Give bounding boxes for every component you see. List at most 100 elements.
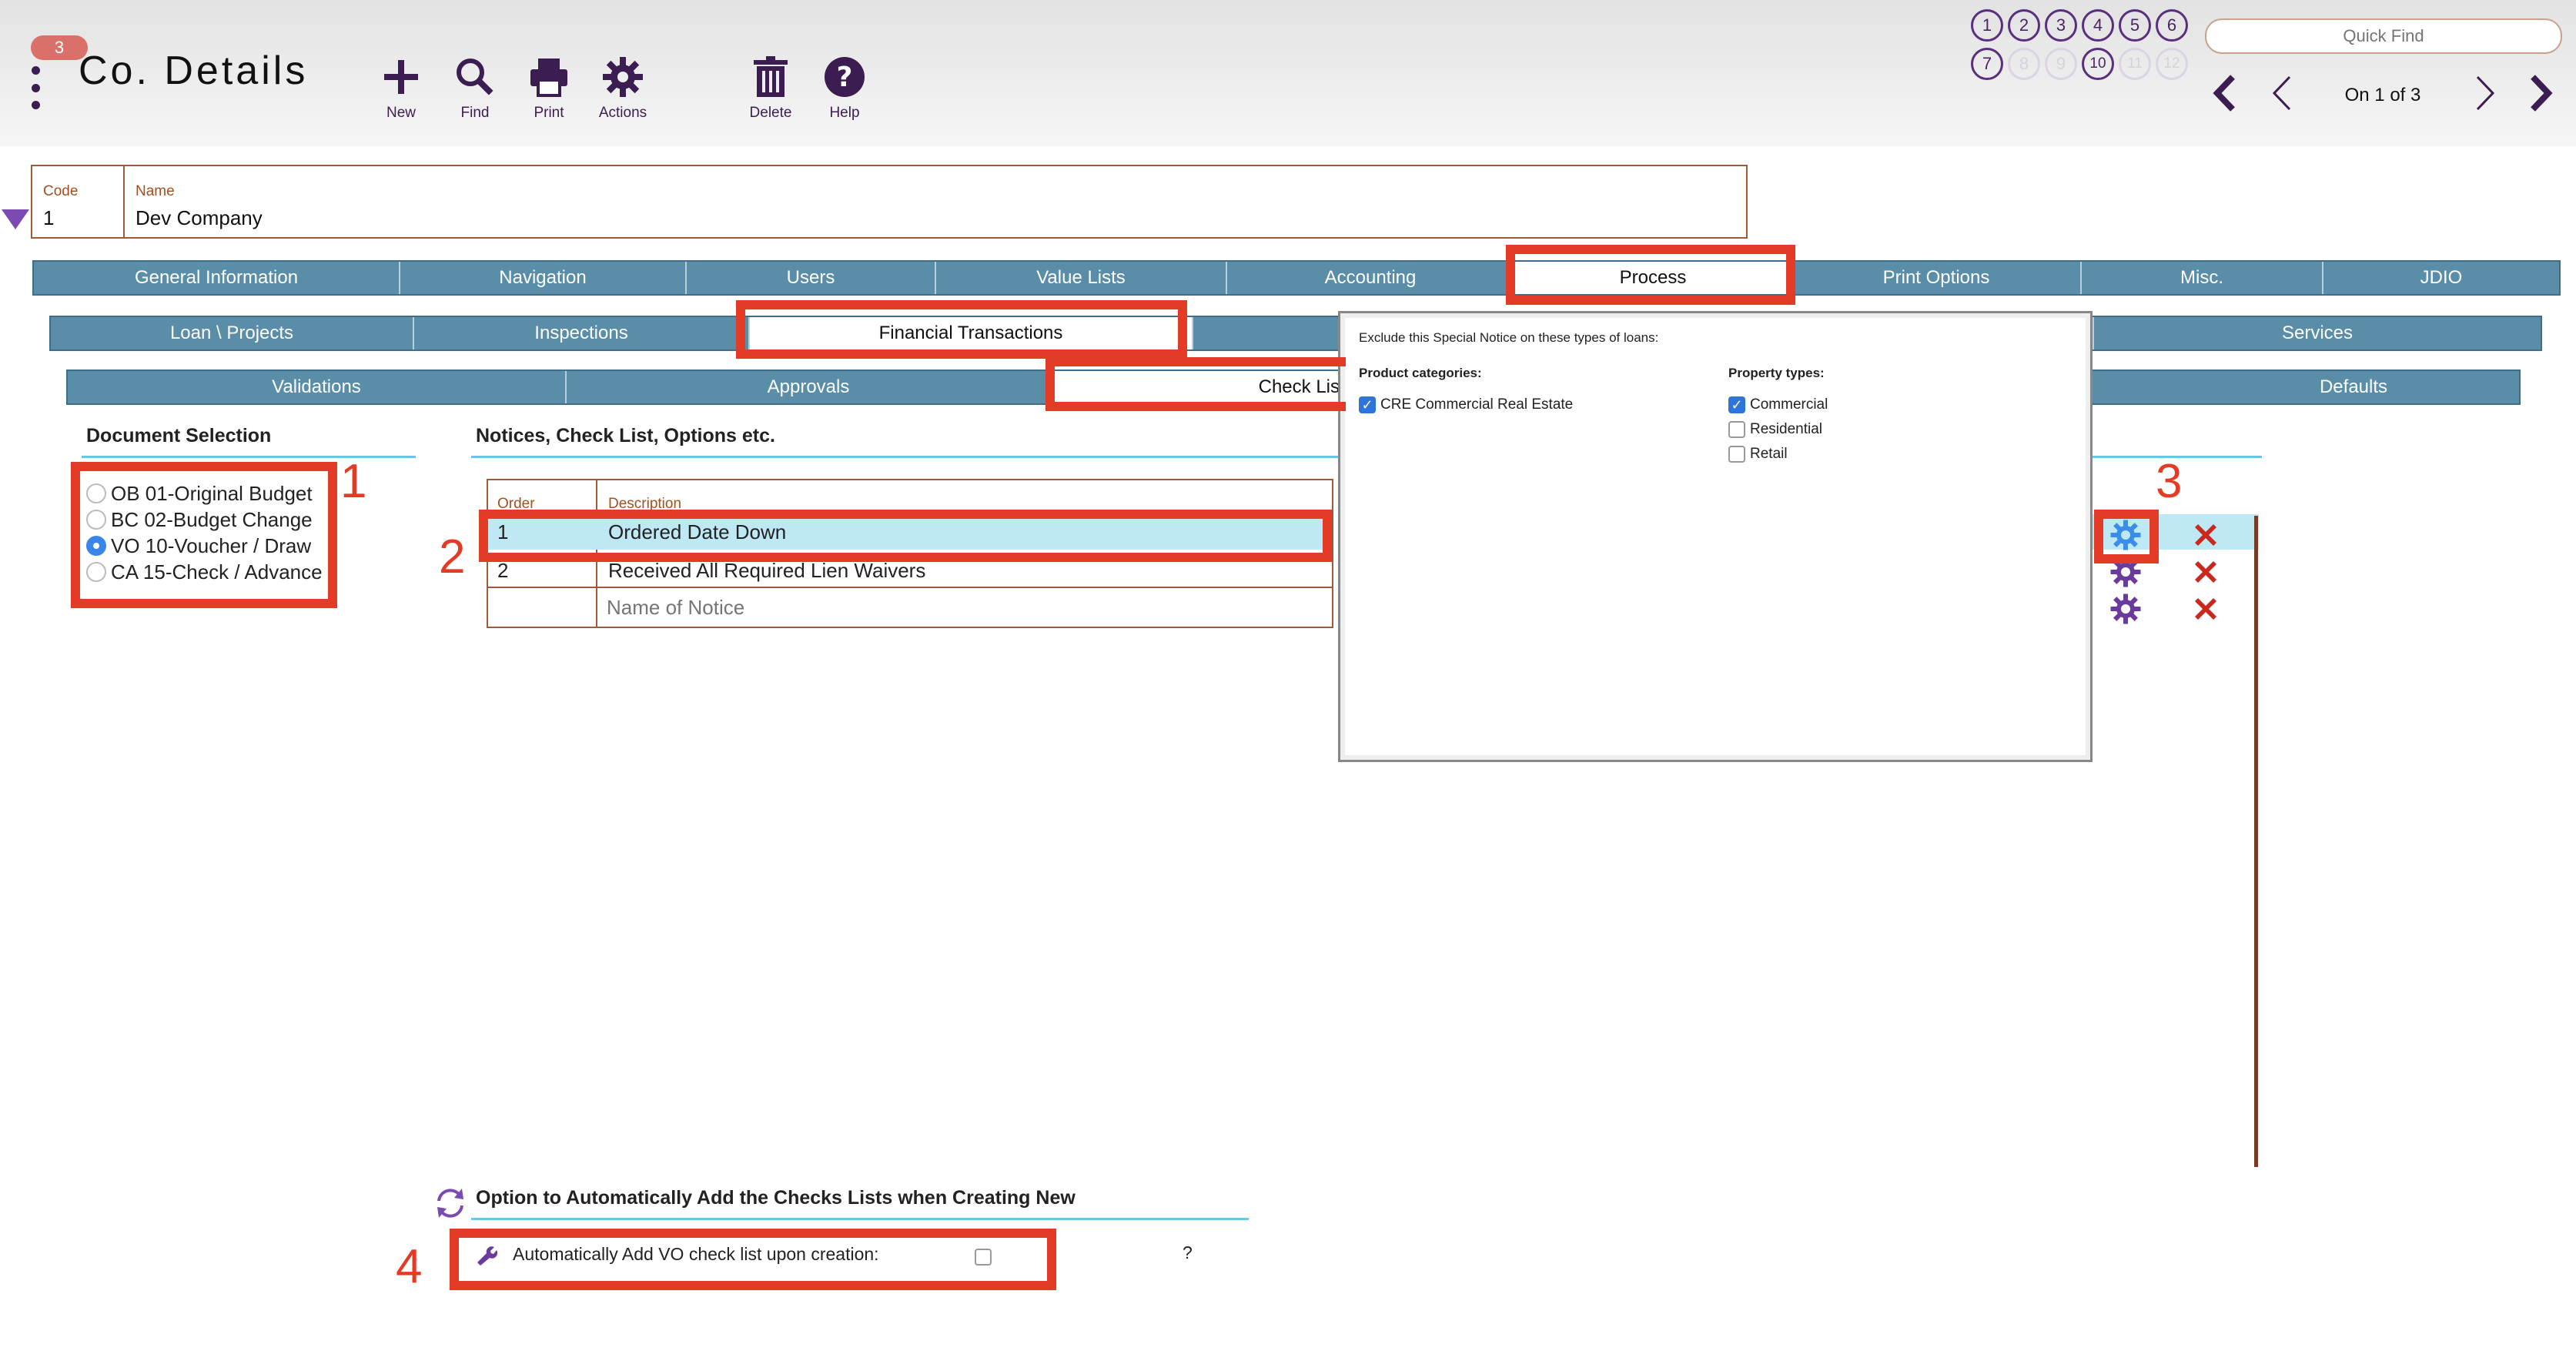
tab-inspections[interactable]: Inspections: [414, 317, 750, 349]
checkbox[interactable]: [1728, 446, 1745, 463]
search-icon: [457, 59, 493, 95]
delete-button[interactable]: Delete: [728, 55, 813, 122]
exclusion-popup: Exclude this Special Notice on these typ…: [1338, 311, 2093, 762]
delete-x-icon[interactable]: [2191, 520, 2220, 550]
checkbox-checked[interactable]: [1728, 396, 1745, 413]
quick-find-input[interactable]: [2205, 18, 2562, 54]
financial-sub-tabs: Validations Approvals Check Lis Defaults: [66, 370, 2521, 405]
tab-jdio[interactable]: JDIO: [2323, 262, 2559, 294]
first-record-icon[interactable]: [2211, 74, 2239, 112]
gear-icon[interactable]: [2109, 556, 2142, 588]
find-label: Find: [460, 105, 490, 121]
name-value: Dev Company: [135, 206, 263, 229]
name-field[interactable]: Name Dev Company: [126, 166, 1743, 237]
tab-services[interactable]: Services: [2094, 317, 2541, 349]
tab-navigation[interactable]: Navigation: [400, 262, 687, 294]
page-circle[interactable]: 2: [2008, 9, 2040, 42]
annotation-number: 2: [439, 530, 466, 584]
property-type-label: Residential: [1750, 421, 1822, 438]
next-record-icon[interactable]: [2471, 74, 2499, 112]
radio-icon[interactable]: [86, 483, 106, 503]
page-circle[interactable]: 4: [2082, 9, 2114, 42]
page-circle[interactable]: 6: [2156, 9, 2188, 42]
property-type-item[interactable]: Retail: [1728, 446, 1788, 463]
tab-check-list[interactable]: Check Lis: [1052, 371, 1344, 403]
delete-x-icon[interactable]: [2191, 557, 2220, 587]
trash-icon: [754, 56, 788, 97]
checkbox[interactable]: [1728, 421, 1745, 438]
new-notice-row[interactable]: [488, 590, 1332, 625]
tab-print-options[interactable]: Print Options: [1792, 262, 2082, 294]
property-type-item[interactable]: Residential: [1728, 421, 1822, 438]
page-circle[interactable]: 8: [2008, 48, 2040, 80]
page-circle[interactable]: 1: [1971, 9, 2003, 42]
document-option[interactable]: VO 10-Voucher / Draw: [86, 533, 323, 559]
page-circle[interactable]: 7: [1971, 48, 2003, 80]
page-circle[interactable]: 3: [2045, 9, 2077, 42]
row-description[interactable]: Ordered Date Down: [608, 520, 786, 544]
document-option[interactable]: BC 02-Budget Change: [86, 507, 323, 533]
property-type-label: Commercial: [1750, 396, 1828, 413]
option-label: BC 02-Budget Change: [111, 507, 313, 531]
tab-users[interactable]: Users: [687, 262, 936, 294]
auto-option-label: Automatically Add VO check list upon cre…: [513, 1244, 879, 1264]
table-row[interactable]: 2 Received All Required Lien Waivers: [488, 553, 1332, 588]
radio-icon[interactable]: [86, 510, 106, 530]
page-circle[interactable]: 12: [2156, 48, 2188, 80]
gear-icon[interactable]: [2109, 519, 2142, 551]
page-circle[interactable]: 10: [2082, 48, 2114, 80]
product-category-item[interactable]: CRE Commercial Real Estate: [1359, 396, 1573, 413]
tab-defaults[interactable]: Defaults: [2188, 371, 2519, 403]
page-circles-row2: 7 8 9 10 11 12: [1971, 48, 2188, 80]
annotation-number: 3: [2156, 455, 2183, 508]
menu-dots-icon[interactable]: [29, 66, 42, 109]
tab-value-lists[interactable]: Value Lists: [936, 262, 1227, 294]
help-button[interactable]: ? Help: [802, 55, 887, 122]
new-button[interactable]: New: [359, 55, 443, 122]
option-label: OB 01-Original Budget: [111, 481, 313, 505]
collapse-triangle-icon[interactable]: [2, 209, 29, 229]
previous-record-icon[interactable]: [2268, 74, 2296, 112]
last-record-icon[interactable]: [2527, 74, 2554, 112]
property-type-item[interactable]: Commercial: [1728, 396, 1828, 413]
radio-selected-icon[interactable]: [86, 536, 106, 556]
tab-accounting[interactable]: Accounting: [1227, 262, 1515, 294]
tab-process[interactable]: Process: [1515, 262, 1792, 294]
page-circle[interactable]: 5: [2119, 9, 2151, 42]
name-label: Name: [135, 183, 175, 199]
tab-misc[interactable]: Misc.: [2082, 262, 2323, 294]
vertical-divider: [2254, 516, 2258, 1167]
auto-add-checkbox[interactable]: [975, 1249, 992, 1266]
print-button[interactable]: Print: [507, 55, 591, 122]
tab-general-information[interactable]: General Information: [34, 262, 400, 294]
page-title: Co. Details: [79, 48, 309, 93]
actions-button[interactable]: Actions: [580, 55, 665, 122]
code-field[interactable]: Code 1: [32, 166, 125, 237]
svg-text:?: ?: [837, 62, 853, 93]
find-button[interactable]: Find: [433, 55, 517, 122]
page-circle[interactable]: 9: [2045, 48, 2077, 80]
tab-financial-transactions[interactable]: Financial Transactions: [750, 317, 1193, 349]
printer-icon: [530, 59, 567, 97]
document-option[interactable]: CA 15-Check / Advance: [86, 559, 323, 585]
help-question-mark[interactable]: ?: [1183, 1242, 1193, 1263]
document-selection-heading: Document Selection: [86, 425, 272, 446]
refresh-icon[interactable]: [433, 1185, 468, 1221]
document-option[interactable]: OB 01-Original Budget: [86, 480, 323, 507]
checkbox-checked[interactable]: [1359, 396, 1376, 413]
tab-validations[interactable]: Validations: [68, 371, 567, 403]
tab-approvals[interactable]: Approvals: [567, 371, 1052, 403]
tab-loan-projects[interactable]: Loan \ Projects: [51, 317, 414, 349]
table-row[interactable]: 1 Ordered Date Down: [488, 514, 1332, 550]
page-circle[interactable]: 11: [2119, 48, 2151, 80]
radio-icon[interactable]: [86, 562, 106, 582]
new-notice-input[interactable]: [607, 593, 1300, 622]
main-tabs: General Information Navigation Users Val…: [32, 260, 2561, 296]
option-label: CA 15-Check / Advance: [111, 560, 323, 584]
help-label: Help: [829, 105, 860, 121]
gear-icon[interactable]: [2109, 593, 2142, 625]
record-header-box: Code 1 Name Dev Company: [31, 165, 1748, 239]
column-header-description: Description: [608, 496, 682, 512]
row-description[interactable]: Received All Required Lien Waivers: [608, 559, 925, 583]
delete-x-icon[interactable]: [2191, 594, 2220, 624]
